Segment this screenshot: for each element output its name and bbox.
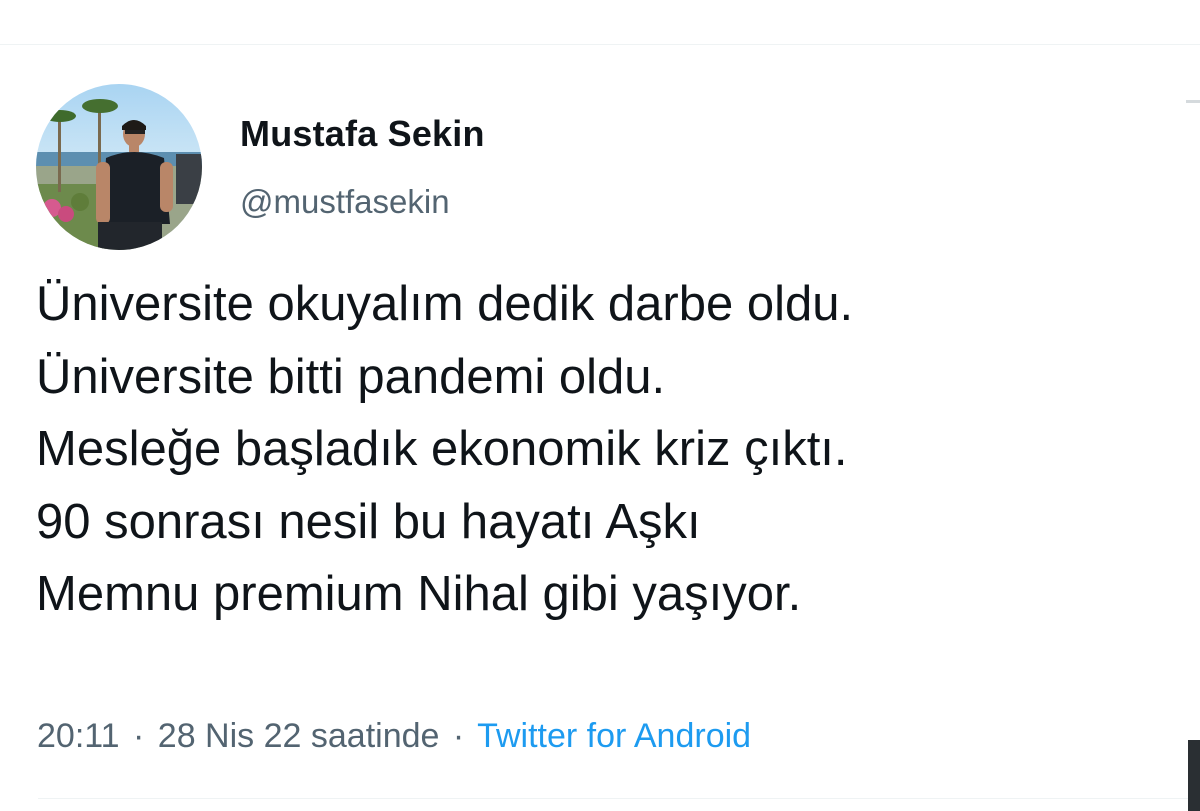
tweet-text-line: Mesleğe başladık ekonomik kriz çıktı. (36, 422, 848, 476)
top-divider (0, 44, 1200, 45)
avatar[interactable] (36, 84, 202, 250)
tweet-text-line: 90 sonrası nesil bu hayatı Aşkı (36, 494, 701, 549)
tweet-time[interactable]: 20:11 (37, 717, 120, 755)
tweet-metadata: 20:11 · 28 Nis 22 saatinde · Twitter for… (37, 714, 751, 758)
meta-separator: · (133, 717, 145, 755)
avatar-photo (36, 84, 202, 250)
tweet-date[interactable]: 28 Nis 22 saatinde (158, 717, 440, 755)
tweet-text: Üniversite okuyalım dedik darbe oldu. Ün… (36, 268, 1176, 631)
display-name[interactable]: Mustafa Sekin (240, 112, 485, 156)
tweet-source-link[interactable]: Twitter for Android (477, 717, 751, 755)
scrollbar-edge (1188, 740, 1200, 811)
tweet-text-line: Üniversite bitti pandemi oldu. (36, 349, 666, 404)
edge-artifact (1186, 100, 1200, 103)
tweet-text-line: Memnu premium Nihal gibi yaşıyor. (36, 567, 802, 621)
bottom-divider (38, 798, 1200, 799)
tweet-text-line: Üniversite okuyalım dedik darbe oldu. (36, 277, 854, 331)
meta-separator: · (452, 717, 465, 755)
user-handle[interactable]: @mustfasekin (240, 181, 450, 223)
